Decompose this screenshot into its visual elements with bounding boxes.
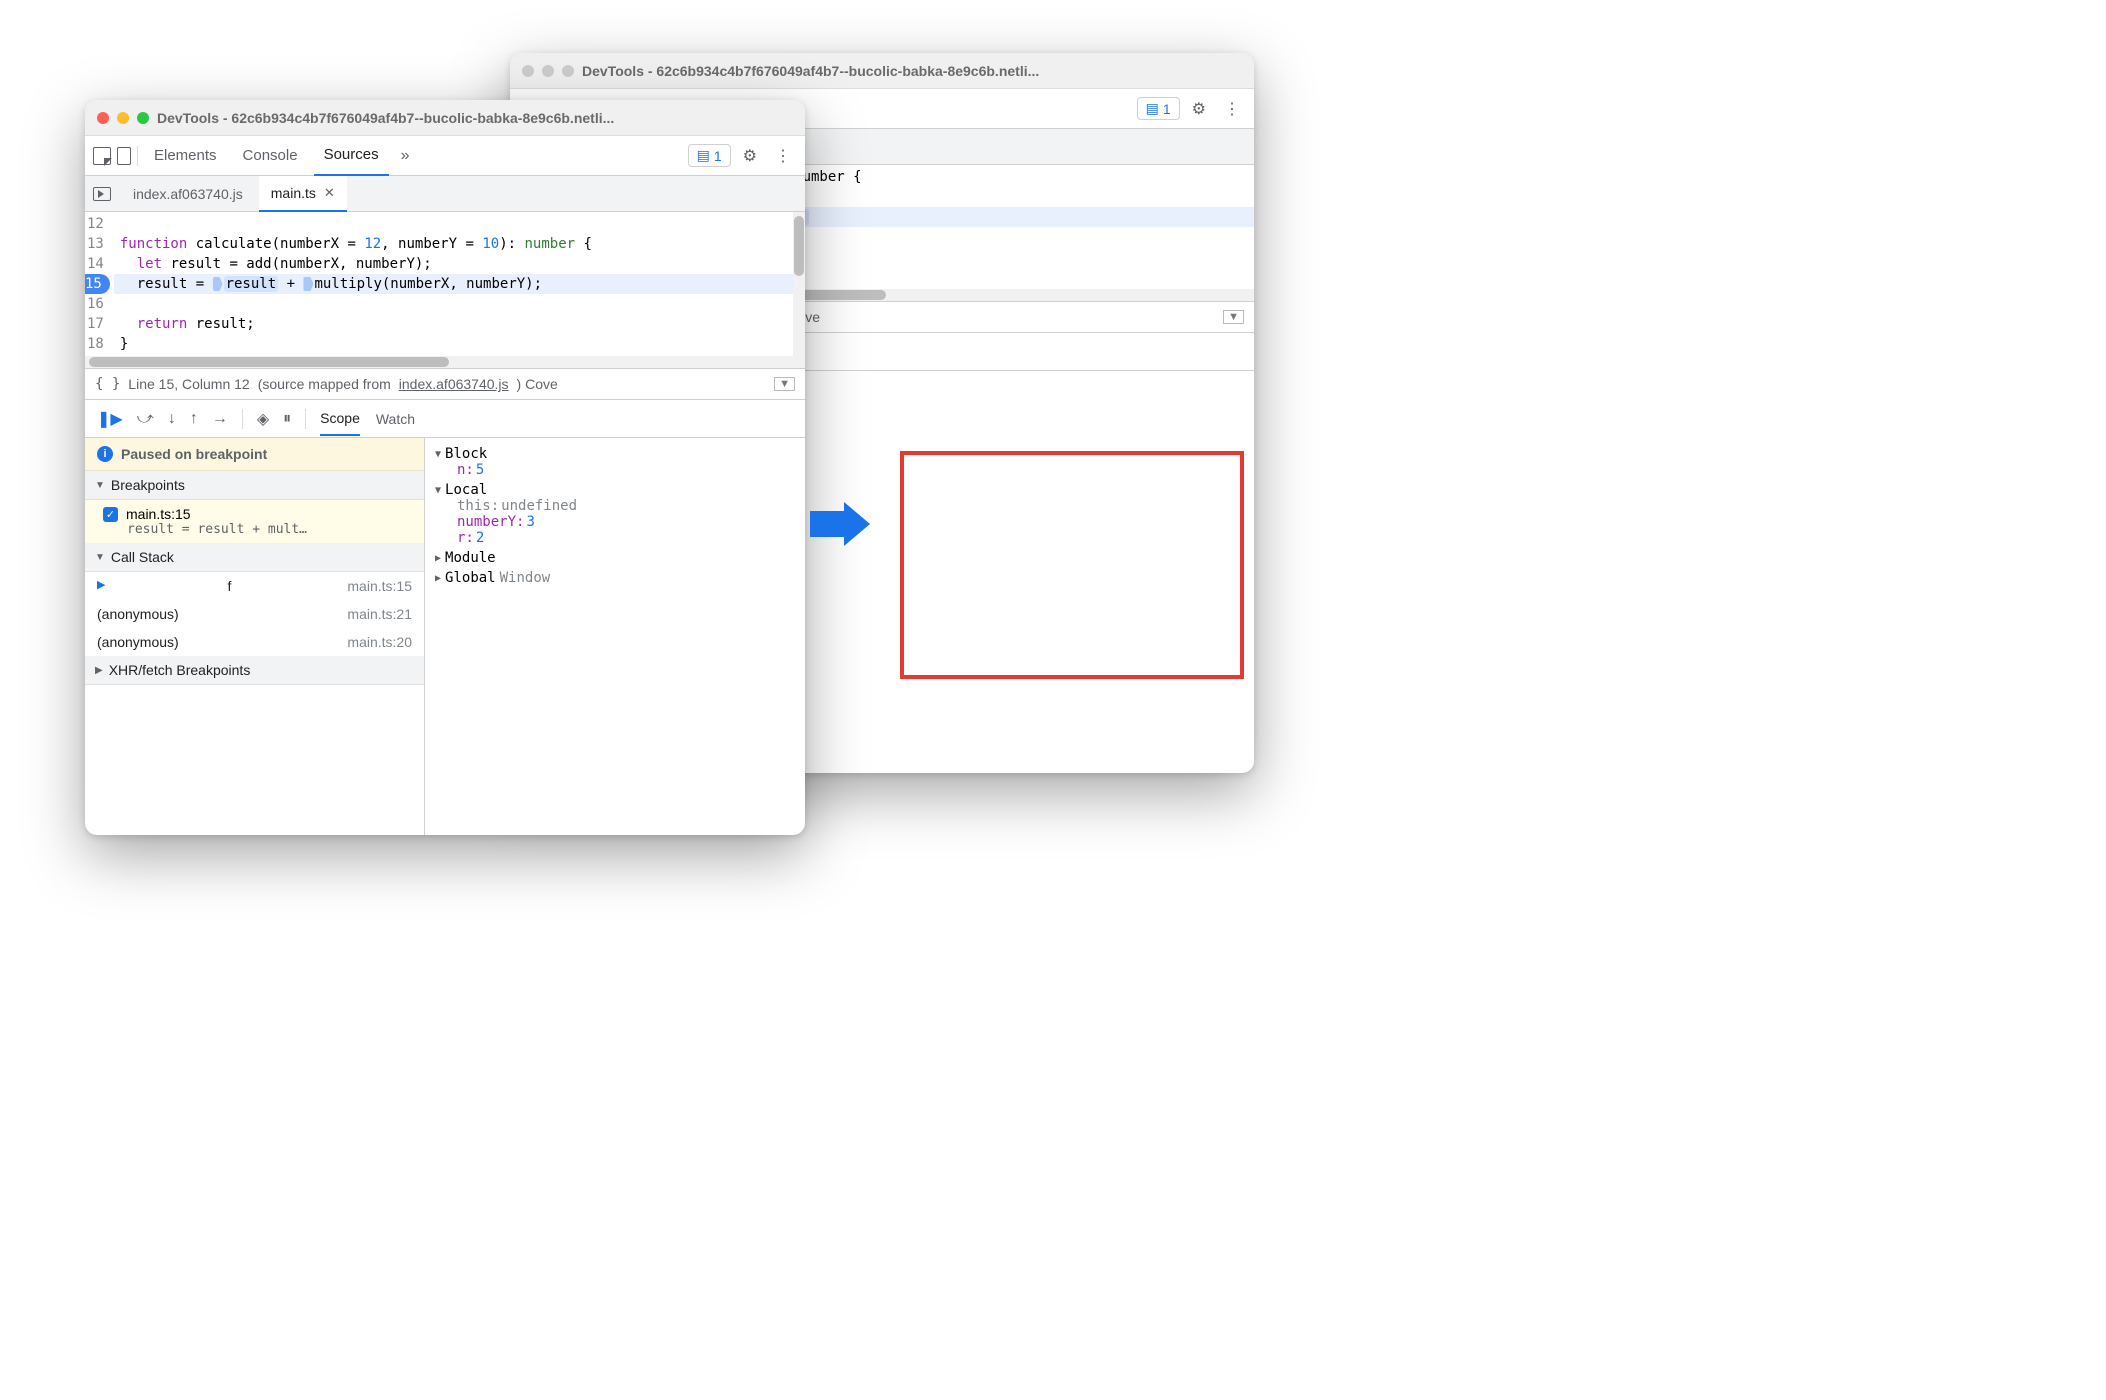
callstack-header[interactable]: ▼Call Stack [85,543,424,572]
stack-frame[interactable]: fmain.ts:15 [85,572,424,600]
step-marker-icon [303,277,313,291]
tab-sources[interactable]: Sources [314,136,389,176]
zoom-dot[interactable] [562,65,574,77]
scope-panel: ▼Block n: 5 ▼Local this: undefined numbe… [425,438,805,835]
tab-elements[interactable]: Elements [144,136,227,176]
scope-var[interactable]: r: 2 [435,530,795,546]
status-bar: { } Line 15, Column 12 (source mapped fr… [85,368,805,400]
traffic-lights [97,112,149,124]
watch-tab[interactable]: Watch [376,402,415,436]
pause-icon[interactable]: ⏸ [283,410,291,428]
resume-icon[interactable]: ❚▶ [97,409,123,429]
tab-console[interactable]: Console [233,136,308,176]
sourcemap-link[interactable]: index.af063740.js [399,376,509,392]
breakpoint-item[interactable]: ✓main.ts:15 result = result + mult… [85,500,424,543]
close-icon[interactable]: ✕ [324,185,335,201]
xhr-header[interactable]: ▶XHR/fetch Breakpoints [85,656,424,685]
minimize-dot[interactable] [542,65,554,77]
issues-badge[interactable]: ▤ 1 [1137,97,1180,120]
window-title: DevTools - 62c6b934c4b7f676049af4b7--buc… [157,110,614,126]
device-icon[interactable] [117,147,131,165]
code-editor[interactable]: 12 13 14 15 16 17 18 function calculate(… [85,212,805,356]
zoom-dot[interactable] [137,112,149,124]
coverage-toggle-icon[interactable]: ▼ [1223,310,1244,324]
h-scrollbar[interactable] [85,356,805,368]
devtools-window-front: DevTools - 62c6b934c4b7f676049af4b7--buc… [85,100,805,835]
file-tab-index[interactable]: index.af063740.js [121,176,255,212]
issue-icon: ▤ [697,147,710,164]
step-icon[interactable]: → [212,410,228,428]
step-over-icon[interactable]: ⤻ [137,410,154,428]
scope-tab[interactable]: Scope [320,402,360,436]
scope-var[interactable]: this: undefined [435,498,795,514]
minimize-dot[interactable] [117,112,129,124]
left-debug-panel: i Paused on breakpoint ▼Breakpoints ✓mai… [85,438,425,835]
titlebar: DevTools - 62c6b934c4b7f676049af4b7--buc… [85,100,805,136]
traffic-lights [522,65,574,77]
step-marker-icon [213,277,223,291]
close-dot[interactable] [97,112,109,124]
coverage-toggle-icon[interactable]: ▼ [774,377,795,391]
kebab-icon[interactable]: ⋮ [769,146,797,166]
window-title: DevTools - 62c6b934c4b7f676049af4b7--buc… [582,63,1039,79]
titlebar: DevTools - 62c6b934c4b7f676049af4b7--buc… [510,53,1254,89]
scope-global[interactable]: ▶GlobalWindow [435,568,795,588]
breakpoints-header[interactable]: ▼Breakpoints [85,471,424,500]
settings-icon[interactable]: ⚙ [737,146,763,166]
show-navigator-icon[interactable] [93,187,111,201]
debugger-controls: ❚▶ ⤻ ↓ ↑ → ◈ ⏸ Scope Watch [85,400,805,438]
step-out-icon[interactable]: ↑ [190,410,198,428]
line-gutter[interactable]: 12 13 14 15 16 17 18 [85,212,114,356]
scope-var[interactable]: n: 5 [435,462,795,478]
inspect-icon[interactable] [93,147,111,165]
pretty-print-icon[interactable]: { } [95,376,120,392]
stack-frame[interactable]: (anonymous)main.ts:21 [85,600,424,628]
checkbox-icon[interactable]: ✓ [103,507,118,522]
scope-block[interactable]: ▼Block n: 5 [435,444,795,480]
file-tab-main[interactable]: main.ts ✕ [259,176,347,212]
step-into-icon[interactable]: ↓ [168,410,176,428]
kebab-icon[interactable]: ⋮ [1218,99,1246,119]
v-scrollbar[interactable] [793,212,805,356]
paused-banner: i Paused on breakpoint [85,438,424,471]
scope-var[interactable]: numberY: 3 [435,514,795,530]
issue-icon: ▤ [1146,100,1159,117]
deactivate-bp-icon[interactable]: ◈ [257,409,269,429]
settings-icon[interactable]: ⚙ [1186,99,1212,119]
main-toolbar: Elements Console Sources » ▤ 1 ⚙ ⋮ [85,136,805,176]
file-tabs: index.af063740.js main.ts ✕ [85,176,805,212]
scope-module[interactable]: ▶Module [435,548,795,568]
breakpoint-marker: 15 [85,274,110,294]
stack-frame[interactable]: (anonymous)main.ts:20 [85,628,424,656]
info-icon: i [97,446,113,462]
more-tabs-icon[interactable]: » [395,147,416,165]
scope-local[interactable]: ▼Local this: undefined numberY: 3 r: 2 [435,480,795,548]
close-dot[interactable] [522,65,534,77]
issues-badge[interactable]: ▤ 1 [688,144,731,167]
